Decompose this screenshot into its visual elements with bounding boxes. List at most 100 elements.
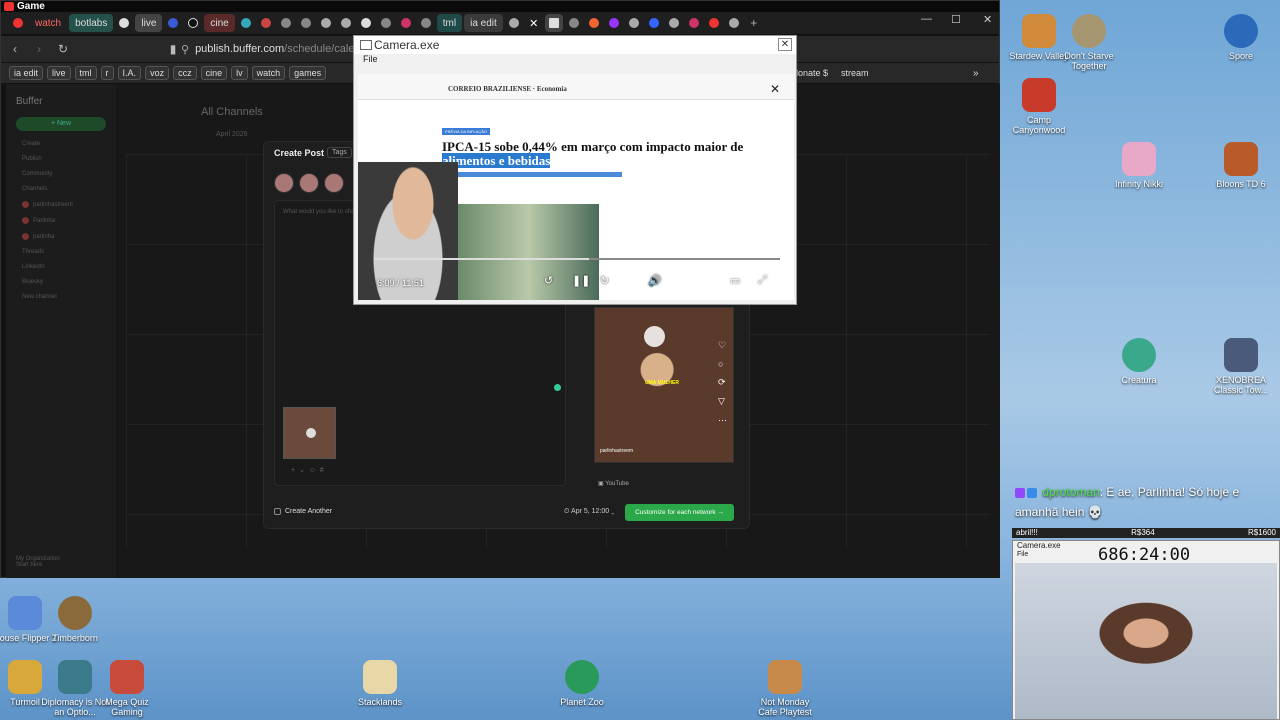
video-progress-bar[interactable] <box>374 258 780 260</box>
editor-tools[interactable]: + ⌄ ☺ # <box>291 466 324 474</box>
customize-button[interactable]: Customize for each network → <box>625 504 734 521</box>
sidebar-channel-threads[interactable]: Threads <box>22 249 106 255</box>
tab-ia-edit[interactable]: ia edit <box>464 14 503 32</box>
tab-misc-8[interactable] <box>377 14 395 32</box>
forward-button[interactable]: › <box>29 42 49 56</box>
tab-misc-5[interactable] <box>317 14 335 32</box>
bookmark-tml[interactable]: tml <box>74 66 97 80</box>
desktop-icon-infinity-nikki[interactable]: Infinity Nikki <box>1104 142 1174 189</box>
captions-icon[interactable]: ▭ <box>730 274 740 287</box>
bookmark-watch[interactable]: watch <box>251 66 286 80</box>
video-close-icon[interactable]: ✕ <box>770 82 780 96</box>
tab-watch[interactable]: watch <box>29 14 67 32</box>
bookmark-cine[interactable]: cine <box>200 66 228 80</box>
sidebar-channel-linkedin[interactable]: LinkedIn <box>22 264 106 270</box>
tab-tiktok[interactable] <box>184 14 202 32</box>
tab-misc-15[interactable] <box>645 14 663 32</box>
calendar-date[interactable]: April 2026 <box>216 131 248 138</box>
desktop-icon-dont-starve[interactable]: Don't Starve Together <box>1054 14 1124 71</box>
tab-r[interactable] <box>164 14 182 32</box>
pause-icon[interactable]: ❚❚ <box>572 274 590 287</box>
tab-youtube[interactable] <box>9 14 27 32</box>
tab-misc-17[interactable] <box>685 14 703 32</box>
tab-misc-10[interactable] <box>417 14 435 32</box>
desktop-icon-spore[interactable]: Spore <box>1206 14 1276 61</box>
tab-misc-2[interactable] <box>257 14 275 32</box>
bookmark-ia[interactable]: I.A. <box>117 66 142 80</box>
bookmark-icon[interactable]: ▮ <box>163 42 183 56</box>
back-button[interactable]: ‹ <box>5 42 25 56</box>
desktop-icon-not-monday[interactable]: Not Monday Cafe Playtest <box>750 660 820 717</box>
tab-misc-7[interactable] <box>357 14 375 32</box>
tab-misc-9[interactable] <box>397 14 415 32</box>
reload-button[interactable]: ↻ <box>53 42 73 56</box>
camera-close-button[interactable]: ✕ <box>778 38 792 51</box>
tab-misc-4[interactable] <box>297 14 315 32</box>
bookmark-donate[interactable]: lonate $ <box>796 68 828 78</box>
desktop-icon-stacklands[interactable]: Stacklands <box>345 660 415 707</box>
tab-settings[interactable] <box>505 14 523 32</box>
forward-icon[interactable]: ↻ <box>600 274 609 287</box>
avatar[interactable] <box>324 173 344 193</box>
avatar[interactable] <box>299 173 319 193</box>
tab-misc-11[interactable] <box>565 14 583 32</box>
tab-misc-6[interactable] <box>337 14 355 32</box>
more-bookmarks-icon[interactable]: » <box>973 68 979 79</box>
desktop-icon-camp[interactable]: Camp Canyonwood <box>1004 78 1074 135</box>
camera-menu-file[interactable]: File <box>354 54 796 65</box>
desktop-icon-planet-zoo[interactable]: Planet Zoo <box>547 660 617 707</box>
window-close-button[interactable]: ✕ <box>983 13 992 26</box>
volume-icon[interactable]: 🔊 <box>648 274 662 287</box>
bookmark-ccz[interactable]: ccz <box>173 66 197 80</box>
bookmark-games[interactable]: games <box>289 66 327 80</box>
sidebar-channel-2[interactable]: Parlinha <box>22 217 106 224</box>
sidebar-item-create[interactable]: Create <box>22 141 106 147</box>
tab-misc-3[interactable] <box>277 14 295 32</box>
bookmark-live[interactable]: live <box>47 66 71 80</box>
tags-button[interactable]: Tags <box>327 147 352 158</box>
maximize-button[interactable]: ☐ <box>951 13 961 26</box>
new-tab-button[interactable]: + <box>745 14 763 32</box>
organization-label[interactable]: My Organization Start here <box>16 556 60 568</box>
bookmark-ia-edit[interactable]: ia edit <box>9 66 44 80</box>
tab-close[interactable]: ✕ <box>525 14 543 32</box>
rewind-icon[interactable]: ↺ <box>544 274 553 287</box>
bookmark-voz[interactable]: voz <box>145 66 170 80</box>
sidebar-item-publish[interactable]: Publish <box>22 156 106 162</box>
bookmark-r[interactable]: r <box>100 66 114 80</box>
tab-tml[interactable]: tml <box>436 14 463 32</box>
bookmark-stream[interactable]: stream <box>841 68 869 78</box>
schedule-picker[interactable]: ⏲ Apr 5, 12:00 ⌄ <box>564 508 614 516</box>
tab-misc-12[interactable] <box>585 14 603 32</box>
sidebar-channel-1[interactable]: parlinhastreem <box>22 201 106 208</box>
tab-misc-1[interactable] <box>237 14 255 32</box>
media-thumbnail[interactable] <box>283 407 336 459</box>
sidebar-new-channel[interactable]: New channel <box>22 294 106 300</box>
desktop-icon-mega-quiz[interactable]: Mega Quiz Gaming <box>92 660 162 717</box>
tab-github[interactable] <box>115 14 133 32</box>
tab-botlabs[interactable]: botlabs <box>69 14 114 32</box>
tab-live[interactable]: live <box>135 14 163 32</box>
sidebar-channel-bluesky[interactable]: Bluesky <box>22 279 106 285</box>
play-icon[interactable] <box>644 326 665 347</box>
desktop-icon-xenobrea[interactable]: XENOBREA Classic Tow... <box>1206 338 1276 395</box>
tab-misc-19[interactable] <box>725 14 743 32</box>
create-another-checkbox[interactable]: Create Another <box>274 508 332 515</box>
address-bar[interactable]: ⚲ publish.buffer.com/schedule/calend <box>181 40 367 58</box>
tab-misc-14[interactable] <box>625 14 643 32</box>
desktop-icon-creatura[interactable]: Creatura <box>1104 338 1174 385</box>
bookmark-lv[interactable]: lv <box>231 66 248 80</box>
tab-buffer[interactable] <box>544 14 563 32</box>
minimize-button[interactable]: — <box>921 13 932 25</box>
desktop-icon-timberborn[interactable]: Timberborn <box>40 596 110 643</box>
video-player[interactable]: CORREIO BRAZILIENSE · Economia ✕ PRÉVIA … <box>358 74 794 300</box>
tab-cine[interactable]: cine <box>204 14 235 32</box>
sidebar-item-community[interactable]: Community <box>22 171 106 177</box>
tab-misc-16[interactable] <box>665 14 683 32</box>
tab-misc-18[interactable] <box>705 14 723 32</box>
new-button[interactable]: + New <box>16 117 106 131</box>
avatar[interactable] <box>274 173 294 193</box>
sidebar-channel-3[interactable]: parlinha <box>22 233 106 240</box>
fullscreen-icon[interactable]: ⤢ <box>758 274 767 287</box>
tab-misc-13[interactable] <box>605 14 623 32</box>
